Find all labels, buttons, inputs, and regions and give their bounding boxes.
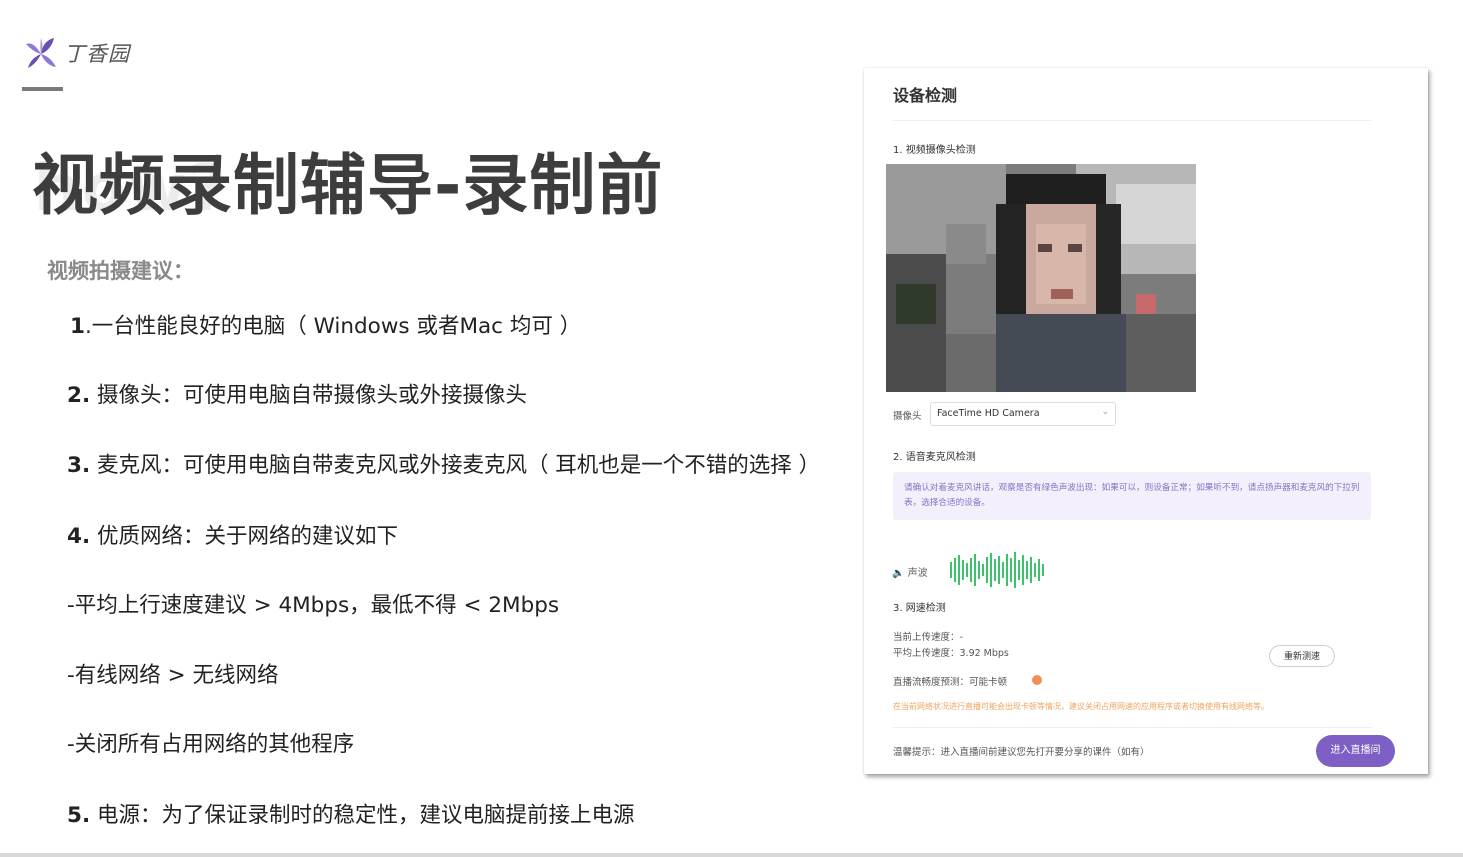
camera-select[interactable]: FaceTime HD Camera ⌄: [930, 402, 1116, 426]
pixelated-camera-image: [886, 164, 1196, 392]
panel-title: 设备检测: [893, 86, 958, 105]
status-indicator-dot: [1032, 675, 1042, 685]
chevron-down-icon: ⌄: [1101, 407, 1109, 417]
list-item: 4. 优质网络：关于网络的建议如下: [67, 524, 398, 549]
sound-wave-meter: [950, 552, 1044, 588]
tip-text: 温馨提示：进入直播间前建议您先打开要分享的课件（如有）: [893, 747, 1150, 758]
camera-section-title: 1. 视频摄像头检测: [893, 145, 976, 156]
network-section-title: 3. 网速检测: [893, 603, 946, 614]
slide-subtitle: 视频拍摄建议：: [47, 259, 194, 283]
list-item: 3. 麦克风：可使用电脑自带麦克风或外接麦克风（ 耳机也是一个不错的选择 ）: [67, 453, 821, 478]
current-upload-speed: 当前上传速度：-: [893, 632, 963, 643]
average-upload-speed: 平均上传速度：3.92 Mbps: [893, 648, 1009, 659]
divider: [893, 120, 1371, 121]
clove-flower-icon: [26, 38, 56, 68]
bottom-rule: [0, 853, 1463, 857]
mic-notice-box: 请确认对着麦克风讲话，观察是否有绿色声波出现：如果可以，则设备正常；如果听不到，…: [893, 472, 1371, 520]
retest-button[interactable]: 重新测速: [1269, 645, 1335, 667]
mic-section-title: 2. 语音麦克风检测: [893, 452, 976, 463]
mic-notice-text: 请确认对着麦克风讲话，观察是否有绿色声波出现：如果可以，则设备正常；如果听不到，…: [904, 483, 1360, 508]
stream-prediction: 直播流畅度预测：可能卡顿: [893, 677, 1008, 688]
divider: [893, 727, 1371, 728]
list-item: 2. 摄像头：可使用电脑自带摄像头或外接摄像头: [67, 383, 527, 408]
sound-wave-label: 🔈 声波: [892, 568, 928, 579]
speaker-icon: 🔈: [892, 568, 905, 579]
network-warning: 在当前网络状况进行直播可能会出现卡顿等情况，建议关闭占用网速的应用程序或者切换使…: [893, 702, 1269, 711]
camera-preview: [886, 164, 1196, 392]
list-item: 5. 电源：为了保证录制时的稳定性，建议电脑提前接上电源: [67, 803, 635, 828]
logo-underline: [22, 87, 63, 91]
list-item: 1.一台性能良好的电脑（ Windows 或者Mac 均可 ）: [70, 314, 582, 339]
brand-name: 丁香园: [64, 42, 130, 66]
list-item: -平均上行速度建议 > 4Mbps，最低不得 < 2Mbps: [67, 593, 560, 618]
device-check-panel: 设备检测 1. 视频摄像头检测 摄像头 FaceTime HD Camera ⌄…: [864, 68, 1428, 774]
camera-select-value: FaceTime HD Camera: [937, 408, 1040, 419]
camera-label: 摄像头: [893, 411, 922, 422]
list-item: -有线网络 > 无线网络: [67, 663, 279, 688]
enter-live-room-button[interactable]: 进入直播间: [1316, 735, 1395, 767]
list-item: -关闭所有占用网络的其他程序: [67, 732, 355, 757]
brand-logo: 丁香园: [22, 34, 130, 72]
slide-title: 视频录制辅导-录制前: [32, 147, 664, 224]
